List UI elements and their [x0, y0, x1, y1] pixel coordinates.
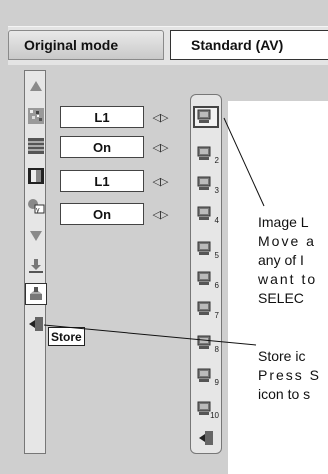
leader-lines: [43, 117, 265, 346]
